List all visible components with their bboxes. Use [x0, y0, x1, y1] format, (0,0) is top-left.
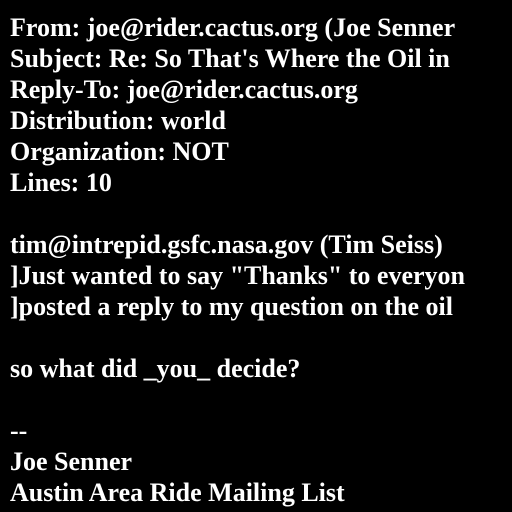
- signature-name: Joe Senner: [10, 447, 133, 476]
- terminal-screen: From: joe@rider.cactus.org (Joe Senner S…: [0, 0, 512, 512]
- signature-separator: --: [10, 416, 28, 445]
- message-view: From: joe@rider.cactus.org (Joe Senner S…: [10, 12, 512, 508]
- body-quote-line: ]posted a reply to my question on the oi…: [10, 292, 453, 321]
- signature-list: Austin Area Ride Mailing List: [10, 478, 345, 507]
- body-quote-line: ]Just wanted to say "Thanks" to everyon: [10, 261, 466, 290]
- header-subject: Subject: Re: So That's Where the Oil in: [10, 44, 450, 73]
- header-organization: Organization: NOT: [10, 137, 229, 166]
- header-reply-to: Reply-To: joe@rider.cactus.org: [10, 75, 358, 104]
- header-from: From: joe@rider.cactus.org (Joe Senner: [10, 13, 456, 42]
- header-lines: Lines: 10: [10, 168, 112, 197]
- header-distribution: Distribution: world: [10, 106, 226, 135]
- body-question: so what did _you_ decide?: [10, 354, 301, 383]
- body-attribution: tim@intrepid.gsfc.nasa.gov (Tim Seiss): [10, 230, 443, 259]
